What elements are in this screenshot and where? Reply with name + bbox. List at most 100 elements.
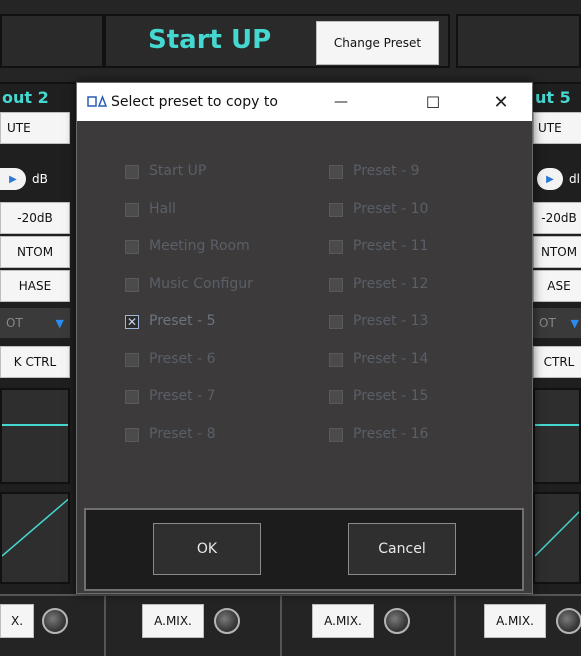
preset-item-label: Preset - 12: [353, 275, 429, 292]
curve-box-right: [533, 492, 581, 584]
checkbox-icon[interactable]: [125, 165, 139, 179]
ctrl-button-right[interactable]: CTRL: [533, 346, 581, 378]
select-preset-dialog: Select preset to copy to — ☐ ✕ Start UP H…: [76, 82, 533, 594]
channel-label-left: out 2: [2, 88, 49, 107]
preset-item-label: Music Configur: [149, 275, 253, 292]
checkbox-icon[interactable]: [329, 390, 343, 404]
checkbox-icon[interactable]: [125, 390, 139, 404]
phantom-button-right[interactable]: NTOM: [533, 236, 581, 268]
mute-button-left[interactable]: UTE: [0, 112, 70, 144]
checkbox-icon[interactable]: [329, 202, 343, 217]
checkbox-icon[interactable]: [125, 202, 139, 217]
preset-item[interactable]: Preset - 10: [329, 201, 499, 221]
preset-title: Start UP: [148, 25, 272, 55]
play-arrow-icon: ▶: [0, 168, 26, 190]
ok-button[interactable]: OK: [153, 523, 261, 575]
preset-item[interactable]: Music Configur: [125, 276, 295, 296]
preset-item[interactable]: Preset - 12: [329, 276, 499, 296]
meter-box-left: [0, 388, 70, 484]
close-button[interactable]: ✕: [478, 83, 524, 121]
checkbox-icon[interactable]: [329, 165, 343, 179]
preset-item[interactable]: Preset - 14: [329, 351, 499, 371]
input-select-value: OT: [539, 316, 556, 330]
amix-button-1[interactable]: A.MIX.: [142, 604, 204, 638]
header-bar: Start UP Change Preset: [0, 0, 581, 84]
channel-strip-left: out 2 UTE ▶ dB -20dB NTOM HASE OT ▼ K CT…: [0, 84, 76, 654]
preset-item[interactable]: Preset - 9: [329, 163, 499, 183]
response-curve-right: [535, 510, 579, 557]
preset-item-label: Meeting Room: [149, 238, 250, 254]
input-select-value: OT: [6, 316, 23, 330]
preset-item-label: Preset - 9: [353, 163, 420, 179]
preset-item-label: Preset - 16: [353, 425, 429, 442]
maximize-button[interactable]: ☐: [410, 83, 456, 121]
amix-divider-3: [454, 596, 456, 656]
checkbox-icon[interactable]: [329, 352, 343, 367]
checkbox-checked-icon[interactable]: ✕: [125, 315, 139, 329]
ctrl-button-left[interactable]: K CTRL: [0, 346, 70, 378]
preset-item[interactable]: Preset - 13: [329, 313, 499, 333]
amix-knob-icon[interactable]: [556, 608, 581, 634]
amix-button-partial[interactable]: X.: [0, 604, 34, 638]
preset-item-label: Preset - 15: [353, 388, 429, 404]
checkbox-icon[interactable]: [329, 315, 343, 329]
mute-button-right[interactable]: UTE: [533, 112, 581, 144]
minimize-button[interactable]: —: [318, 83, 364, 121]
amix-divider-1: [104, 596, 106, 656]
preset-item[interactable]: Preset - 15: [329, 388, 499, 408]
preset-item[interactable]: Preset - 7: [125, 388, 295, 408]
gain-control-right[interactable]: ▶ dl: [533, 166, 581, 192]
preset-item-label: Start UP: [149, 163, 207, 179]
phase-button-right[interactable]: ASE: [533, 270, 581, 302]
preset-item[interactable]: Preset - 16: [329, 426, 499, 446]
preset-item[interactable]: Preset - 6: [125, 351, 295, 371]
dialog-title: Select preset to copy to: [111, 94, 278, 110]
preset-item-label: Preset - 10: [353, 200, 429, 217]
preset-item[interactable]: Hall: [125, 201, 295, 221]
channel-label-right: ut 5: [535, 88, 571, 107]
preset-item[interactable]: Preset - 11: [329, 238, 499, 258]
preset-item[interactable]: ✕ Preset - 5: [125, 313, 295, 333]
db-unit-label: dl: [569, 172, 580, 186]
preset-item-label: Hall: [149, 200, 176, 217]
checkbox-icon[interactable]: [125, 352, 139, 367]
amix-bar: X. A.MIX. A.MIX. A.MIX.: [0, 594, 581, 656]
pad-button-left[interactable]: -20dB: [0, 202, 70, 234]
checkbox-icon[interactable]: [329, 277, 343, 292]
amix-divider-2: [280, 596, 282, 656]
checkbox-icon[interactable]: [329, 240, 343, 254]
amix-button-2[interactable]: A.MIX.: [312, 604, 374, 638]
amix-knob-icon[interactable]: [384, 608, 410, 634]
gain-control-left[interactable]: ▶ dB: [0, 166, 70, 192]
dialog-titlebar[interactable]: Select preset to copy to — ☐ ✕: [77, 83, 532, 121]
response-curve-left: [2, 498, 68, 557]
preset-item[interactable]: Start UP: [125, 163, 295, 183]
play-arrow-icon: ▶: [537, 168, 563, 190]
chevron-down-icon: ▼: [55, 316, 64, 330]
dialog-footer: OK Cancel: [84, 508, 524, 591]
amix-knob-icon[interactable]: [42, 608, 68, 634]
input-select-left[interactable]: OT ▼: [0, 308, 70, 338]
preset-item-label: Preset - 14: [353, 350, 429, 367]
checkbox-icon[interactable]: [125, 427, 139, 442]
pad-button-right[interactable]: -20dB: [533, 202, 581, 234]
preset-item[interactable]: Preset - 8: [125, 426, 295, 446]
preset-item-label: Preset - 13: [353, 313, 429, 329]
curve-box-left: [0, 492, 70, 584]
header-right-panel: [456, 14, 581, 68]
preset-item-label: Preset - 8: [149, 425, 216, 442]
channel-strip-right: ut 5 UTE ▶ dl -20dB NTOM ASE OT ▼ CTRL: [533, 84, 581, 654]
phantom-button-left[interactable]: NTOM: [0, 236, 70, 268]
cancel-button[interactable]: Cancel: [348, 523, 456, 575]
checkbox-icon[interactable]: [125, 277, 139, 292]
amix-knob-icon[interactable]: [214, 608, 240, 634]
checkbox-icon[interactable]: [125, 240, 139, 254]
input-select-right[interactable]: OT ▼: [533, 308, 581, 338]
preset-item-label: Preset - 6: [149, 350, 216, 367]
phase-button-left[interactable]: HASE: [0, 270, 70, 302]
meter-box-right: [533, 388, 581, 484]
checkbox-icon[interactable]: [329, 427, 343, 442]
amix-button-3[interactable]: A.MIX.: [484, 604, 546, 638]
preset-item[interactable]: Meeting Room: [125, 238, 295, 258]
change-preset-button[interactable]: Change Preset: [316, 21, 439, 65]
